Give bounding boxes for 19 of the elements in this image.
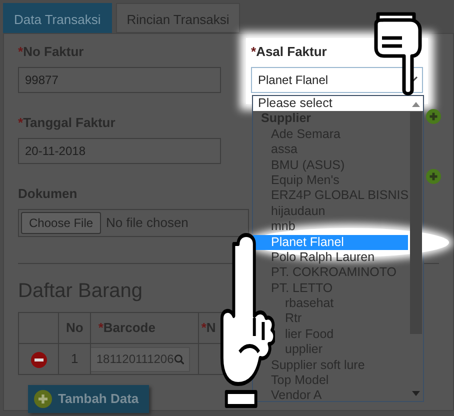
select-field[interactable]: Planet Flanel	[251, 66, 423, 92]
choose-file-button[interactable]: Choose File	[21, 212, 102, 234]
add-icon	[34, 390, 52, 408]
scroll-up-icon[interactable]	[412, 101, 420, 107]
search-icon[interactable]	[174, 354, 184, 364]
input-field[interactable]: 20-11-2018	[18, 138, 221, 164]
scrollbar-thumb[interactable]	[410, 112, 422, 334]
add-data-button[interactable]: Tambah Data	[28, 385, 149, 412]
scroll-down-icon[interactable]	[412, 391, 420, 397]
dropdown-option[interactable]: Planet Flanel	[253, 234, 408, 250]
remove-icon[interactable]	[30, 352, 46, 368]
input-field[interactable]: 99877	[18, 66, 221, 92]
field-label: *Asal Faktur	[251, 43, 328, 61]
add-icon[interactable]	[426, 169, 441, 184]
dropdown-option[interactable]: mnb	[271, 219, 296, 234]
tab[interactable]: Data Transaksi	[3, 3, 112, 33]
add-icon[interactable]	[426, 109, 441, 124]
dropdown-option[interactable]: Polo Ralph Lauren	[271, 250, 375, 264]
dropdown-option[interactable]: Please select	[253, 96, 423, 112]
